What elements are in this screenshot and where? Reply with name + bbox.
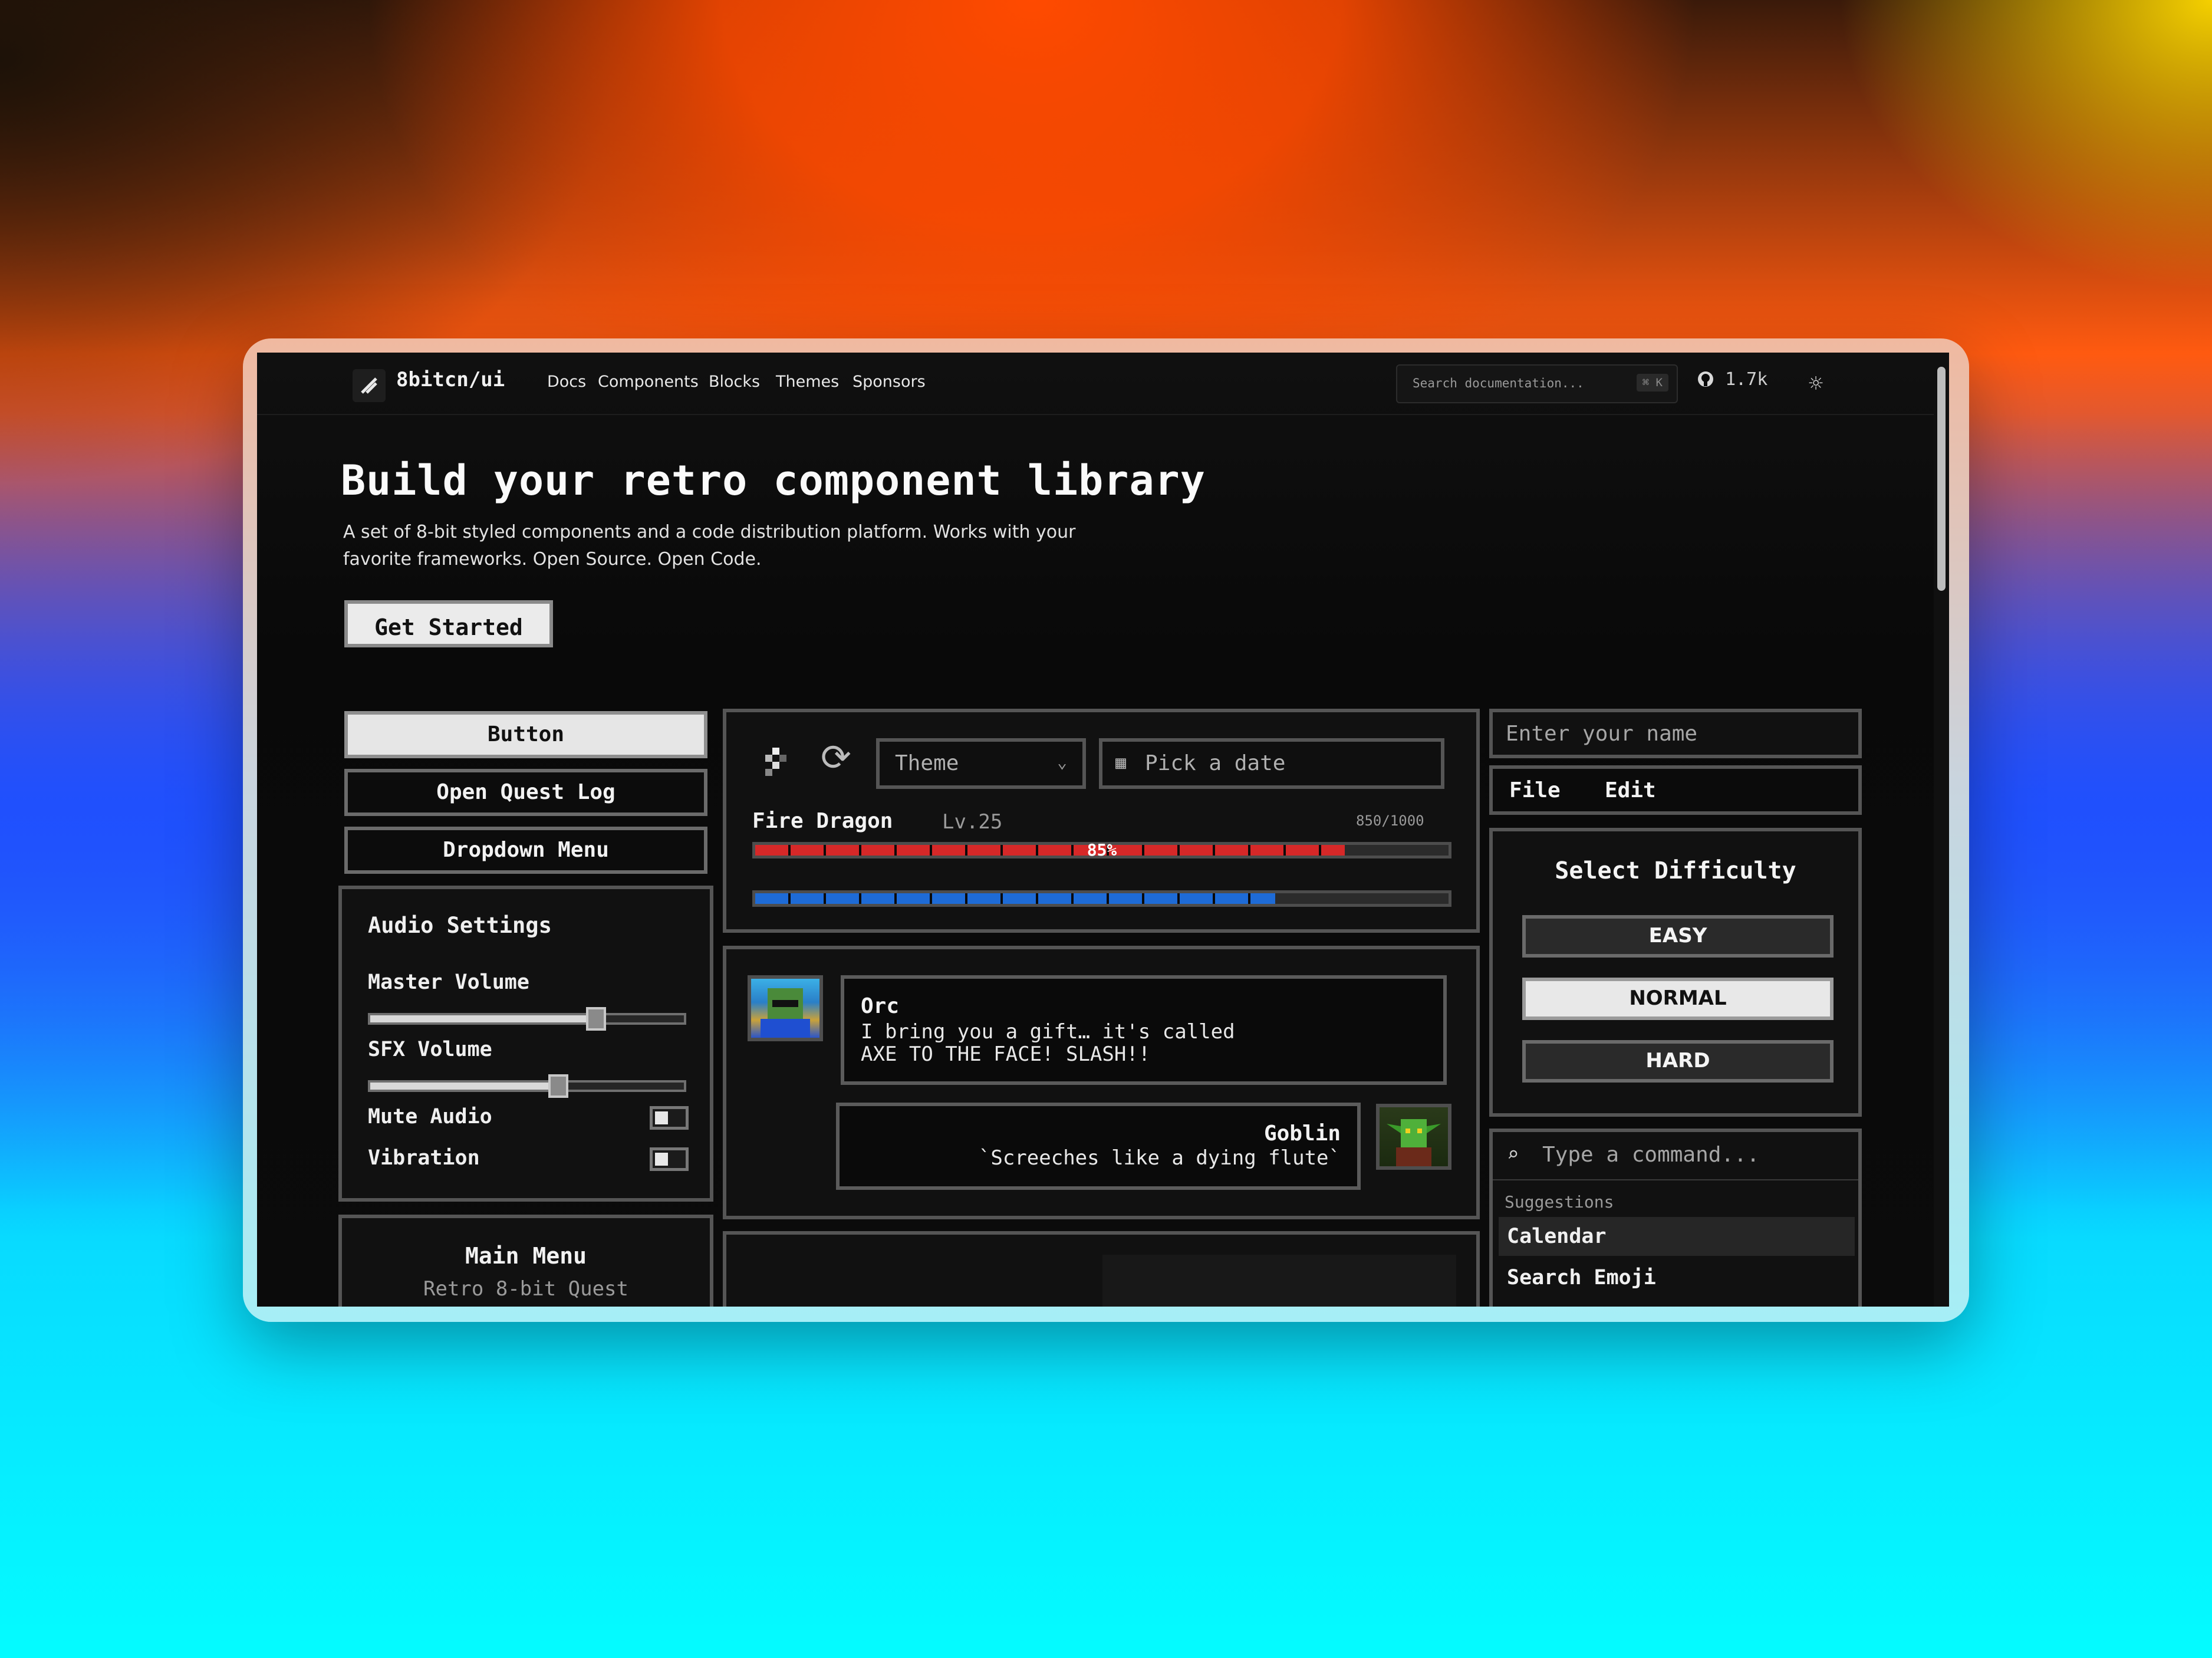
logo-icon[interactable] xyxy=(353,369,386,402)
browser-window-frame: 8bitcn/ui Docs Components Blocks Themes … xyxy=(243,338,1969,1322)
command-palette: ⌕ Type a command... Suggestions Calendar… xyxy=(1489,1129,1862,1307)
difficulty-hard-button[interactable]: HARD xyxy=(1522,1040,1834,1083)
menubar-edit[interactable]: Edit xyxy=(1605,778,1656,802)
main-menu-title: Main Menu xyxy=(465,1243,587,1269)
master-volume-thumb[interactable] xyxy=(586,1007,607,1031)
nav-link-components[interactable]: Components xyxy=(598,373,699,391)
mana-bar xyxy=(752,890,1451,907)
scrollbar[interactable] xyxy=(1934,353,1949,1307)
difficulty-panel: Select Difficulty EASY NORMAL HARD xyxy=(1489,828,1862,1117)
divider xyxy=(1493,1179,1858,1180)
search-placeholder: Search documentation... xyxy=(1413,376,1584,390)
hero-description: A set of 8-bit styled components and a c… xyxy=(343,522,1076,570)
orc-avatar xyxy=(748,975,823,1041)
name-input[interactable]: Enter your name xyxy=(1489,709,1862,758)
scrollbar-thumb[interactable] xyxy=(1937,367,1946,591)
goblin-avatar xyxy=(1376,1104,1451,1170)
open-quest-log-button[interactable]: Open Quest Log xyxy=(344,769,707,816)
search-docs-button[interactable]: Search documentation... ⌘ K xyxy=(1396,364,1678,403)
master-volume-fill xyxy=(370,1015,597,1022)
goblin-speech-bubble: Goblin `Screeches like a dying flute` xyxy=(836,1103,1361,1190)
difficulty-normal-button[interactable]: NORMAL xyxy=(1522,978,1834,1020)
health-bar: 85% xyxy=(752,840,1451,860)
health-percent-label: 85% xyxy=(1087,840,1117,860)
sfx-volume-slider[interactable] xyxy=(368,1074,686,1098)
orc-name: Orc xyxy=(861,994,900,1018)
command-input[interactable]: Type a command... xyxy=(1542,1143,1759,1167)
sfx-volume-thumb[interactable] xyxy=(548,1074,569,1098)
theme-toggle-sun-icon[interactable]: ☼ xyxy=(1809,370,1823,397)
audio-settings-panel: Audio Settings Master Volume SFX Volume … xyxy=(338,886,713,1202)
refresh-icon[interactable]: ⟳ xyxy=(821,736,851,779)
nav-link-blocks[interactable]: Blocks xyxy=(709,373,760,391)
github-icon xyxy=(1698,371,1713,387)
get-started-button[interactable]: Get Started xyxy=(344,600,553,647)
orc-speech-bubble: Orc I bring you a gift… it's called AXE … xyxy=(841,975,1447,1085)
menubar: File Edit xyxy=(1489,765,1862,815)
vibration-toggle[interactable] xyxy=(650,1147,689,1171)
main-menu-subtitle: Retro 8-bit Quest xyxy=(423,1277,628,1301)
search-icon: ⌕ xyxy=(1507,1143,1519,1166)
mute-audio-label: Mute Audio xyxy=(368,1105,492,1129)
toggle-knob xyxy=(655,1111,668,1124)
toggle-knob xyxy=(655,1153,668,1166)
master-volume-label: Master Volume xyxy=(368,971,529,994)
preview-panel xyxy=(723,1231,1480,1307)
vibration-label: Vibration xyxy=(368,1146,480,1170)
date-picker-placeholder: Pick a date xyxy=(1145,751,1286,775)
audio-settings-title: Audio Settings xyxy=(368,913,552,938)
site-logo-text[interactable]: 8bitcn/ui xyxy=(396,368,505,392)
search-shortcut-badge: ⌘ K xyxy=(1636,374,1668,392)
game-hud-panel: ⟳ Theme ⌄ ▦ Pick a date Fire Dragon Lv.2… xyxy=(723,709,1480,933)
difficulty-easy-button[interactable]: EASY xyxy=(1522,915,1834,958)
goblin-line: `Screeches like a dying flute` xyxy=(978,1146,1341,1170)
dialogue-panel: Orc I bring you a gift… it's called AXE … xyxy=(723,946,1480,1219)
theme-select[interactable]: Theme ⌄ xyxy=(876,738,1086,789)
suggestions-label: Suggestions xyxy=(1505,1192,1614,1212)
mute-audio-toggle[interactable] xyxy=(650,1106,689,1130)
nav-link-docs[interactable]: Docs xyxy=(547,373,586,391)
master-volume-slider[interactable] xyxy=(368,1007,686,1031)
pixel-cursor-icon xyxy=(765,748,786,776)
github-link[interactable]: 1.7k xyxy=(1697,369,1767,390)
main-menu-panel: Main Menu Retro 8-bit Quest xyxy=(338,1215,713,1307)
nav-link-sponsors[interactable]: Sponsors xyxy=(852,373,926,391)
goblin-name: Goblin xyxy=(1263,1121,1341,1146)
chevron-down-icon: ⌄ xyxy=(1057,752,1067,772)
sfx-volume-label: SFX Volume xyxy=(368,1038,492,1061)
date-picker-button[interactable]: ▦ Pick a date xyxy=(1099,738,1444,789)
orc-line-2: AXE TO THE FACE! SLASH!! xyxy=(861,1042,1151,1066)
mana-bar-fill xyxy=(755,893,1275,904)
orc-line-1: I bring you a gift… it's called xyxy=(861,1020,1235,1044)
dropdown-menu-button[interactable]: Dropdown Menu xyxy=(344,827,707,874)
sfx-volume-fill xyxy=(370,1083,559,1090)
top-navbar: 8bitcn/ui Docs Components Blocks Themes … xyxy=(257,353,1949,415)
preview-image xyxy=(1102,1255,1456,1307)
theme-select-value: Theme xyxy=(895,751,959,775)
command-item-search-emoji[interactable]: Search Emoji xyxy=(1499,1258,1855,1297)
browser-viewport: 8bitcn/ui Docs Components Blocks Themes … xyxy=(257,353,1949,1307)
github-stars: 1.7k xyxy=(1725,369,1768,390)
hero-title: Build your retro component library xyxy=(341,456,1206,505)
calendar-icon: ▦ xyxy=(1115,752,1127,773)
menubar-file[interactable]: File xyxy=(1509,778,1561,802)
name-input-placeholder: Enter your name xyxy=(1506,722,1698,746)
difficulty-title: Select Difficulty xyxy=(1555,857,1796,884)
boss-hp-text: 850/1000 xyxy=(1356,812,1424,829)
boss-level: Lv.25 xyxy=(942,810,1003,834)
command-item-calendar[interactable]: Calendar xyxy=(1499,1217,1855,1256)
demo-button[interactable]: Button xyxy=(344,711,707,758)
nav-link-themes[interactable]: Themes xyxy=(776,373,839,391)
boss-name: Fire Dragon xyxy=(752,809,893,833)
